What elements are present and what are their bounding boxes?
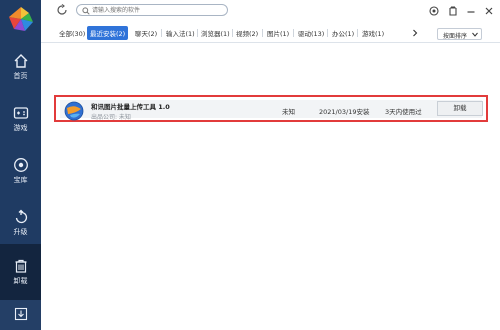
sidebar-item-home[interactable]: 首页 xyxy=(0,47,41,99)
top-bar xyxy=(41,0,500,22)
category-tabs: 全部(30) 最近安装(2) 聊天(2) 输入法(1) 浏览器(1) 视频(2)… xyxy=(41,24,500,43)
sidebar-item-label: 卸载 xyxy=(13,277,28,285)
trash-icon xyxy=(15,259,26,273)
close-icon[interactable] xyxy=(483,5,495,17)
uninstall-button[interactable]: 卸载 xyxy=(437,101,483,116)
chevron-down-icon xyxy=(472,32,478,37)
app-usage: 3天内使用过 xyxy=(385,108,422,116)
download-manager-button[interactable] xyxy=(0,300,41,330)
table-row[interactable]: 和讯图片批量上传工具 1.0 出品公司: 未知 未知 2021/03/19安装 … xyxy=(54,95,488,122)
sidebar: 首页 游戏 宝库 升级 卸载 xyxy=(0,0,41,330)
tab-video[interactable]: 视频(2) xyxy=(236,28,258,38)
tab-office[interactable]: 办公(1) xyxy=(332,28,354,38)
chevron-right-icon[interactable] xyxy=(412,29,418,37)
sidebar-item-label: 宝库 xyxy=(13,176,28,184)
tab-games[interactable]: 游戏(1) xyxy=(362,28,384,38)
tab-images[interactable]: 图片(1) xyxy=(267,28,289,38)
tab-input-method[interactable]: 输入法(1) xyxy=(166,28,195,38)
sidebar-item-label: 首页 xyxy=(13,72,28,80)
refresh-icon[interactable] xyxy=(56,4,68,16)
app-logo-icon xyxy=(9,7,33,31)
skin-icon[interactable] xyxy=(447,5,459,17)
sidebar-item-label: 游戏 xyxy=(13,124,28,132)
search-box[interactable] xyxy=(76,4,228,16)
settings-icon[interactable] xyxy=(428,5,440,17)
sidebar-item-games[interactable]: 游戏 xyxy=(0,99,41,151)
treasure-icon xyxy=(13,158,28,172)
minimize-icon[interactable] xyxy=(465,5,477,17)
tab-browser[interactable]: 浏览器(1) xyxy=(201,28,230,38)
home-icon xyxy=(14,54,27,68)
search-icon xyxy=(82,7,90,15)
tab-divider xyxy=(327,29,328,37)
sidebar-item-uninstall[interactable]: 卸载 xyxy=(0,244,41,300)
search-input[interactable] xyxy=(92,5,222,15)
sort-label: 按面排序 xyxy=(443,33,468,40)
download-icon xyxy=(14,307,27,321)
tab-divider xyxy=(197,29,198,37)
tab-divider xyxy=(357,29,358,37)
app-publisher: 出品公司: 未知 xyxy=(91,114,131,121)
tab-divider xyxy=(232,29,233,37)
tab-recent-installed[interactable]: 最近安装(2) xyxy=(87,26,129,40)
tab-drivers[interactable]: 驱动(13) xyxy=(298,28,324,38)
app-install-date: 2021/03/19安装 xyxy=(319,108,370,116)
app-size: 未知 xyxy=(282,108,295,116)
sidebar-item-treasure[interactable]: 宝库 xyxy=(0,151,41,203)
tab-divider xyxy=(293,29,294,37)
app-row-content: 和讯图片批量上传工具 1.0 出品公司: 未知 未知 2021/03/19安装 … xyxy=(60,100,483,121)
upgrade-icon xyxy=(15,209,27,224)
sidebar-item-label: 升级 xyxy=(13,228,28,236)
app-globe-icon xyxy=(64,101,84,121)
tab-chat[interactable]: 聊天(2) xyxy=(135,28,157,38)
sort-dropdown[interactable]: 按面排序 xyxy=(437,28,482,40)
tab-divider xyxy=(262,29,263,37)
tab-divider xyxy=(161,29,162,37)
gamepad-icon xyxy=(13,107,28,119)
tab-all[interactable]: 全部(30) xyxy=(59,28,85,38)
app-name: 和讯图片批量上传工具 1.0 xyxy=(91,103,170,111)
